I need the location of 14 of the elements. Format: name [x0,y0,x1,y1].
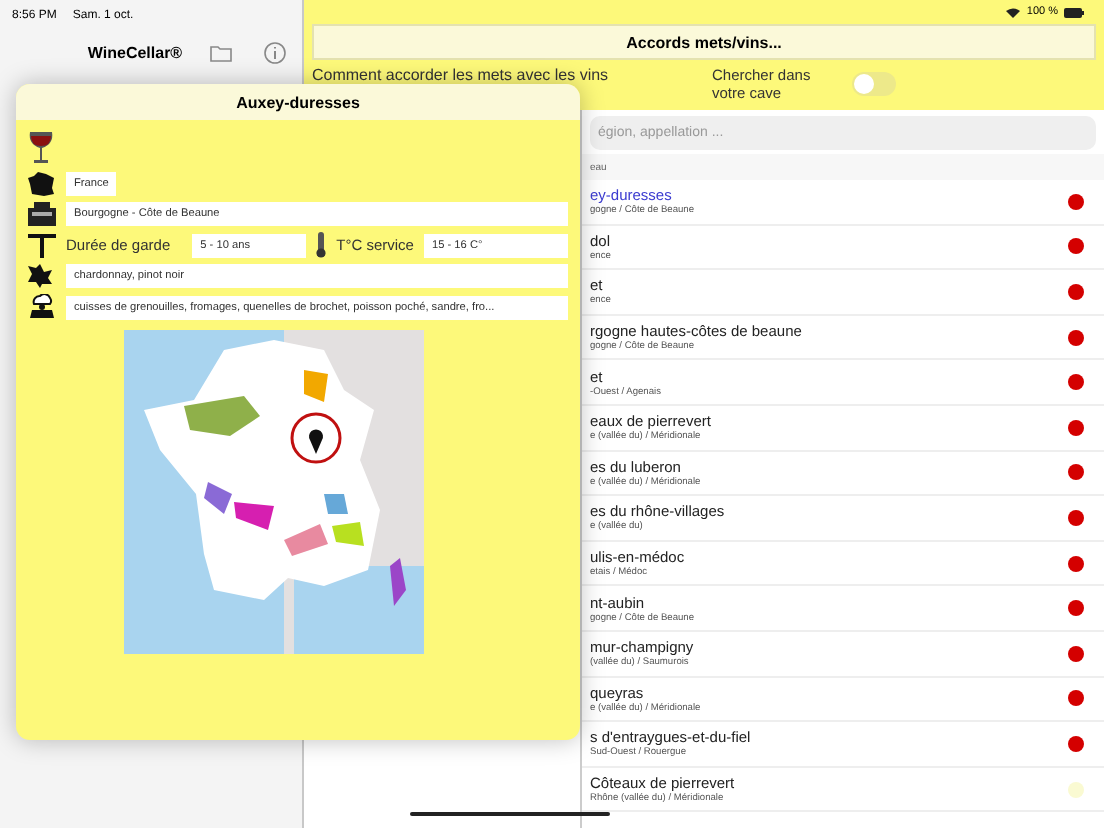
app-title: WineCellar® [85,43,185,61]
france-map-icon [28,172,56,196]
cave-toggle[interactable] [852,72,896,97]
page-title: Accords mets/vins... [626,33,782,51]
thermometer-icon [316,232,327,258]
popover-title: Auxey-duresses [236,93,360,111]
wine-glass-icon [28,132,54,164]
building-icon [28,202,56,226]
wifi-icon [1006,7,1021,17]
battery-icon [1064,7,1084,17]
folder-icon[interactable] [210,43,232,61]
info-icon[interactable] [264,41,286,63]
chef-icon [28,294,56,320]
pairing-link[interactable]: Comment accorder les mets avec les vins [312,66,712,84]
